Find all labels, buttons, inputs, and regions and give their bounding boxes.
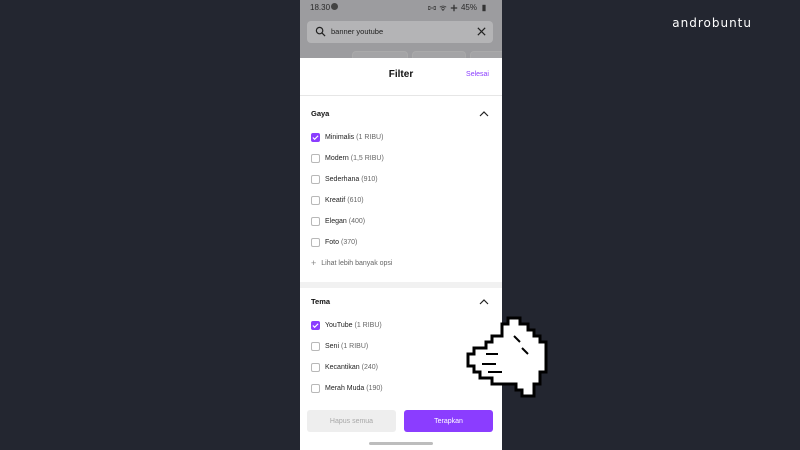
section-title-tema: Tema: [311, 297, 331, 306]
option-seni[interactable]: Seni (1 RIBU): [311, 340, 368, 352]
notification-icon: [331, 3, 338, 10]
check-icon: [312, 322, 319, 328]
option-merah-muda[interactable]: Merah Muda (190): [311, 382, 383, 394]
clear-all-button[interactable]: Hapus semua: [307, 410, 396, 432]
option-count: (1 RIBU): [354, 321, 382, 329]
status-bar: 18.30 45%: [300, 0, 502, 16]
option-count: (400): [348, 217, 366, 225]
status-icons: 45%: [427, 3, 488, 12]
checkbox[interactable]: [311, 362, 320, 372]
checkbox[interactable]: [311, 153, 320, 163]
check-icon: [312, 134, 319, 140]
option-count: (610): [347, 196, 364, 204]
show-more-label: Lihat lebih banyak opsi: [321, 259, 393, 267]
checkbox-checked[interactable]: [311, 132, 320, 142]
option-youtube[interactable]: YouTube (1 RIBU): [311, 319, 382, 331]
checkbox-checked[interactable]: [311, 320, 320, 330]
close-icon[interactable]: [476, 26, 487, 37]
option-modern[interactable]: Modern (1,5 RIBU): [311, 152, 384, 164]
chevron-up-icon[interactable]: [479, 298, 489, 305]
plus-icon: +: [311, 258, 317, 268]
watermark-logo: androbuntu: [672, 16, 752, 30]
option-label: Foto: [325, 238, 340, 246]
option-count: (1,5 RIBU): [350, 154, 384, 162]
wifi-icon: [439, 5, 447, 11]
option-sederhana[interactable]: Sederhana (910): [311, 173, 378, 185]
search-icon: [315, 26, 326, 37]
option-count: (910): [361, 175, 378, 183]
checkbox[interactable]: [311, 383, 320, 393]
pointer-hand-icon: [466, 316, 548, 398]
option-label: YouTube: [325, 321, 353, 329]
search-input[interactable]: banner youtube: [331, 27, 383, 36]
option-count: (1 RIBU): [356, 133, 384, 141]
option-label: Sederhana: [325, 175, 360, 183]
battery-level: 45%: [460, 3, 477, 12]
option-foto[interactable]: Foto (370): [311, 236, 357, 248]
option-count: (190): [366, 384, 383, 392]
signal-icon: [450, 4, 458, 11]
option-label: Kecantikan: [325, 363, 360, 371]
option-label: Kreatif: [325, 196, 346, 204]
status-time: 18.30: [310, 3, 331, 12]
done-button[interactable]: Selesai: [466, 71, 489, 78]
option-count: (1 RIBU): [341, 342, 369, 350]
checkbox[interactable]: [311, 341, 320, 351]
option-count: (240): [361, 363, 378, 371]
checkbox[interactable]: [311, 195, 320, 205]
home-indicator[interactable]: [369, 442, 433, 445]
option-kecantikan[interactable]: Kecantikan (240): [311, 361, 378, 373]
option-label: Elegan: [325, 217, 347, 225]
option-label: Modern: [325, 154, 349, 162]
option-label: Seni: [325, 342, 340, 350]
sheet-header: Filter Selesai: [300, 58, 502, 96]
option-count: (370): [341, 238, 358, 246]
option-label: Minimalis: [325, 133, 355, 141]
checkbox[interactable]: [311, 216, 320, 226]
option-minimalis[interactable]: Minimalis (1 RIBU): [311, 131, 383, 143]
section-title-gaya: Gaya: [311, 109, 330, 118]
option-elegan[interactable]: Elegan (400): [311, 215, 365, 227]
link-icon: [427, 5, 436, 10]
option-label: Merah Muda: [325, 384, 365, 392]
checkbox[interactable]: [311, 174, 320, 184]
option-kreatif[interactable]: Kreatif (610): [311, 194, 364, 206]
section-divider: [300, 282, 502, 288]
battery-icon: [482, 4, 486, 11]
search-bar[interactable]: banner youtube: [307, 21, 493, 43]
chevron-up-icon[interactable]: [479, 110, 489, 117]
checkbox[interactable]: [311, 237, 320, 247]
show-more-options-link[interactable]: + Lihat lebih banyak opsi: [311, 258, 392, 268]
